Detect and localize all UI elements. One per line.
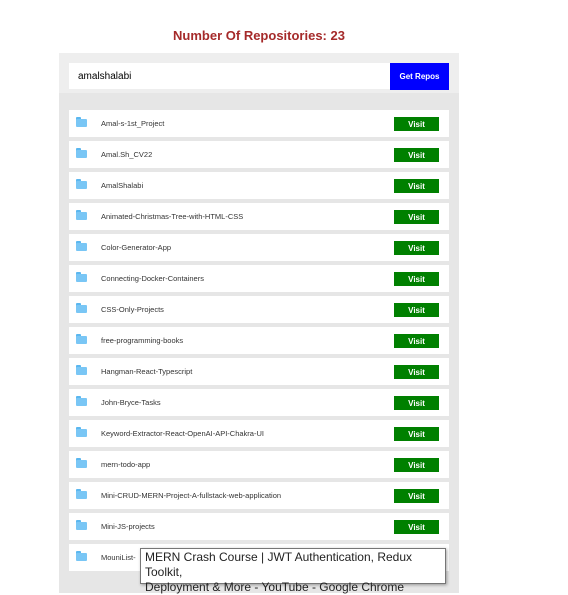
visit-button[interactable]: Visit <box>394 272 439 286</box>
folder-icon <box>76 365 87 375</box>
folder-icon <box>76 334 87 344</box>
folder-icon <box>76 489 87 499</box>
tooltip-line-1: MERN Crash Course | JWT Authentication, … <box>145 550 412 579</box>
repos-panel: Get Repos Amal-s-1st_ProjectVisitAmal.Sh… <box>59 53 459 593</box>
repo-row: Keyword-Extractor-React-OpenAI-API-Chakr… <box>69 420 449 447</box>
tooltip-line-2: Deployment & More - YouTube - Google Chr… <box>145 580 405 594</box>
repo-row: free-programming-books Visit <box>69 327 449 354</box>
folder-icon <box>76 303 87 313</box>
repo-name: Color-Generator-App <box>101 243 172 252</box>
folder-icon <box>76 179 87 189</box>
visit-button[interactable]: Visit <box>394 210 439 224</box>
repo-name: mern-todo-app <box>101 460 151 469</box>
repo-name: Keyword-Extractor-React-OpenAI-API-Chakr… <box>101 429 264 438</box>
repo-name: Mini-CRUD-MERN-Project-A-fullstack-web-a… <box>101 491 282 500</box>
visit-button[interactable]: Visit <box>394 520 439 534</box>
search-bar: Get Repos <box>59 53 459 93</box>
repo-row: Connecting-Docker-Containers Visit <box>69 265 449 292</box>
repo-row: Amal-s-1st_Project Visit <box>69 110 449 137</box>
visit-button[interactable]: Visit <box>394 179 439 193</box>
repo-row: John-Bryce-Tasks Visit <box>69 389 449 416</box>
repo-row: Mini-CRUD-MERN-Project-A-fullstack-web-a… <box>69 482 449 509</box>
folder-icon <box>76 427 87 437</box>
repo-name: CSS-Only-Projects <box>101 305 164 314</box>
visit-button[interactable]: Visit <box>394 396 439 410</box>
repo-row: CSS-Only-Projects Visit <box>69 296 449 323</box>
username-input[interactable] <box>69 63 394 89</box>
folder-icon <box>76 272 87 282</box>
repo-name: Amal-s-1st_Project <box>101 119 165 128</box>
visit-button[interactable]: Visit <box>394 458 439 472</box>
folder-icon <box>76 148 87 158</box>
visit-button[interactable]: Visit <box>394 427 439 441</box>
repo-row: Mini-JS-projects Visit <box>69 513 449 540</box>
folder-icon <box>76 396 87 406</box>
visit-button[interactable]: Visit <box>394 365 439 379</box>
repo-name: free-programming-books <box>101 336 184 345</box>
repo-name: Amal.Sh_CV22 <box>101 150 153 159</box>
repo-name: AmalShalabi <box>101 181 144 190</box>
visit-button[interactable]: Visit <box>394 303 439 317</box>
folder-icon <box>76 551 87 561</box>
visit-button[interactable]: Visit <box>394 489 439 503</box>
repo-row: Hangman-React-Typescript Visit <box>69 358 449 385</box>
repo-row: Color-Generator-App Visit <box>69 234 449 261</box>
folder-icon <box>76 210 87 220</box>
repo-name: Connecting-Docker-Containers <box>101 274 204 283</box>
repo-row: Animated-Christmas-Tree-with-HTML-CSS Vis… <box>69 203 449 230</box>
repo-name: Hangman-React-Typescript <box>101 367 193 376</box>
repo-row: AmalShalabi Visit <box>69 172 449 199</box>
folder-icon <box>76 117 87 127</box>
visit-button[interactable]: Visit <box>394 117 439 131</box>
repo-list: Amal-s-1st_Project Visit Amal.Sh_CV22 Visit… <box>69 110 449 575</box>
get-repos-button[interactable]: Get Repos <box>390 63 449 90</box>
repo-name: Mini-JS-projects <box>101 522 155 531</box>
repo-name: Animated-Christmas-Tree-with-HTML-CSS <box>101 212 244 221</box>
visit-button[interactable]: Visit <box>394 241 439 255</box>
visit-button[interactable]: Visit <box>394 334 439 348</box>
folder-icon <box>76 520 87 530</box>
tab-tooltip: MERN Crash Course | JWT Authentication, … <box>140 548 446 594</box>
repo-row: Amal.Sh_CV22 Visit <box>69 141 449 168</box>
page-title: Number Of Repositories: 23 <box>173 28 345 43</box>
folder-icon <box>76 241 87 251</box>
repo-name: John-Bryce-Tasks <box>101 398 161 407</box>
repo-row: mern-todo-app Visit <box>69 451 449 478</box>
repo-name: MouniList- <box>101 553 136 562</box>
folder-icon <box>76 458 87 468</box>
visit-button[interactable]: Visit <box>394 148 439 162</box>
